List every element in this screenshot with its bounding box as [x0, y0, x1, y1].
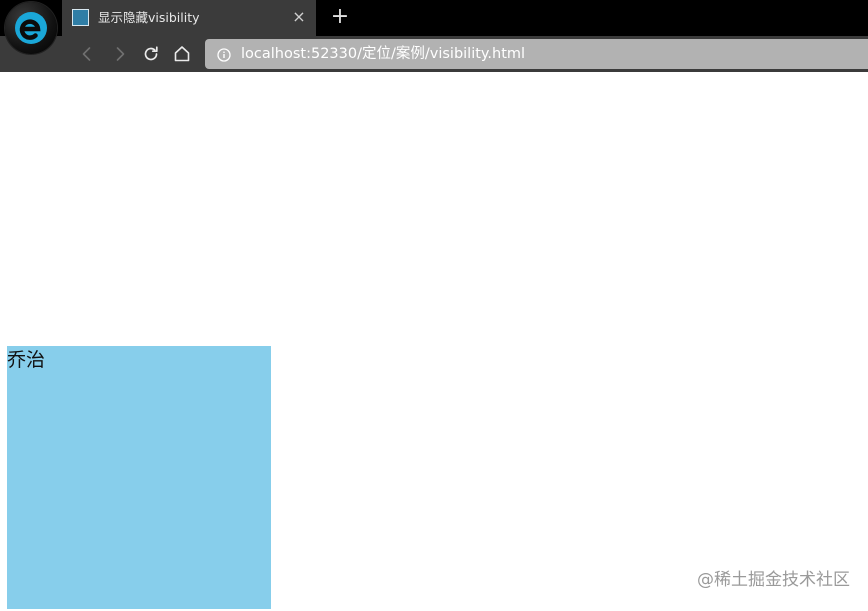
- page-viewport: 乔治 @稀土掘金技术社区: [0, 72, 868, 611]
- url-text[interactable]: localhost:52330/定位/案例/visibility.html: [241, 45, 525, 63]
- tab-title: 显示隐藏visibility: [98, 10, 200, 25]
- navigation-toolbar: localhost:52330/定位/案例/visibility.html: [0, 36, 868, 72]
- forward-arrow-icon[interactable]: [108, 42, 132, 66]
- browser-tab[interactable]: 显示隐藏visibility ×: [62, 0, 316, 36]
- site-info-icon[interactable]: [217, 47, 231, 62]
- browser-chrome: 显示隐藏visibility × + localhost:52330/定位/案例…: [0, 0, 868, 72]
- address-bar[interactable]: localhost:52330/定位/案例/visibility.html: [205, 39, 868, 69]
- back-arrow-icon[interactable]: [75, 42, 99, 66]
- title-bar: 显示隐藏visibility × +: [0, 0, 868, 54]
- new-tab-button[interactable]: +: [328, 5, 352, 29]
- page-favicon-icon: [72, 9, 89, 26]
- reload-icon[interactable]: [139, 42, 163, 66]
- home-icon[interactable]: [170, 42, 194, 66]
- tab-close-icon[interactable]: ×: [290, 8, 308, 26]
- browser-logo-icon[interactable]: [5, 2, 57, 54]
- box-label: 乔治: [7, 349, 46, 371]
- watermark-text: @稀土掘金技术社区: [697, 570, 850, 590]
- visible-box: 乔治: [7, 346, 271, 609]
